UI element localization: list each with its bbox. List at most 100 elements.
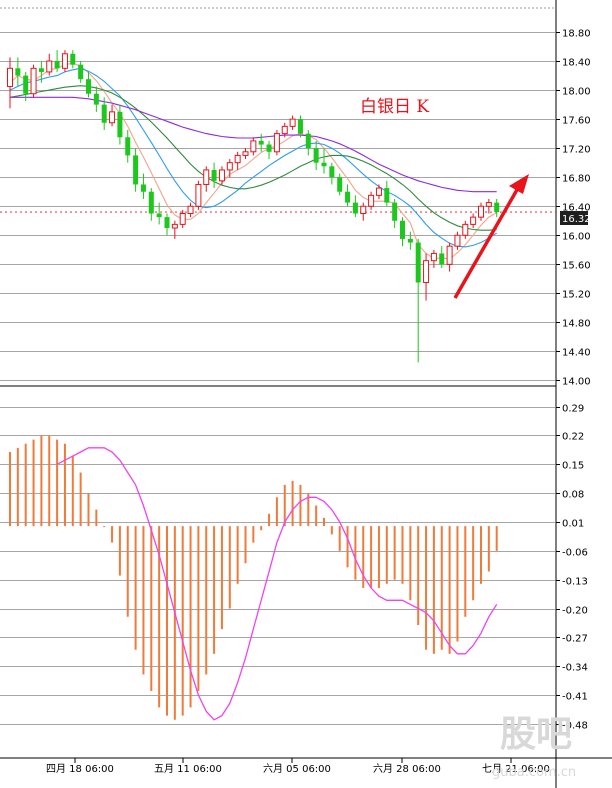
candle [156, 202, 162, 225]
candle [337, 173, 343, 196]
macd-signal-line [56, 447, 498, 721]
candle-body [337, 177, 343, 192]
price-tick-label: 17.20 [562, 145, 591, 156]
macd-bar [197, 526, 200, 691]
candle [125, 130, 131, 163]
candle-body [70, 53, 76, 65]
macd-bar [275, 497, 278, 527]
candle [384, 180, 390, 207]
candle [70, 50, 76, 69]
candle-body [203, 169, 210, 185]
macd-bar [252, 526, 255, 543]
price-tick-label: 18.80 [562, 29, 591, 40]
price-tick-label: 14.40 [562, 348, 591, 359]
macd-bar [87, 493, 90, 527]
macd-bar [393, 526, 396, 580]
candle [430, 249, 437, 268]
candle [226, 159, 233, 178]
macd-bar [448, 526, 451, 654]
candle [109, 104, 116, 127]
candle [148, 188, 154, 221]
candle-body [368, 194, 375, 207]
macd-bar [189, 526, 192, 708]
macd-bar [166, 526, 168, 716]
candle [179, 209, 186, 229]
macd-bar [385, 526, 388, 584]
candle-body [423, 260, 430, 283]
candle [485, 198, 492, 214]
candle [61, 50, 68, 72]
candle [494, 198, 500, 218]
candle-body [329, 166, 335, 178]
candle-body [187, 205, 194, 215]
price-tick-label: 14.80 [562, 319, 591, 330]
macd-bar [40, 435, 43, 527]
macd-bar [464, 526, 467, 617]
macd-bar [118, 526, 121, 576]
candle [360, 202, 367, 221]
candle [30, 64, 37, 98]
candle [171, 220, 178, 239]
candle-body [375, 187, 382, 196]
price-tick-label: 16.80 [562, 174, 591, 185]
candle-body [462, 223, 469, 236]
candle-body [392, 202, 398, 221]
candle [211, 162, 217, 189]
macd-bar [236, 526, 239, 584]
candle-body [109, 111, 116, 124]
candle-body [400, 220, 405, 239]
candle [234, 151, 241, 170]
candle-body [211, 169, 217, 181]
macd-bar [24, 443, 27, 527]
macd-bar [173, 526, 176, 720]
candle [407, 231, 413, 250]
candle-body [407, 238, 413, 243]
candle-body [156, 213, 162, 218]
macd-bar [487, 526, 490, 572]
time-tick-label: 五月 11 06:00 [154, 763, 222, 775]
macd-bar [56, 439, 59, 527]
candle-body [101, 104, 107, 123]
macd-bar [495, 526, 498, 551]
candle [273, 130, 280, 156]
candle-body [195, 183, 202, 207]
candle-body [7, 67, 13, 87]
macd-bar [95, 509, 98, 527]
candle [462, 220, 469, 239]
macd-panel [9, 435, 498, 721]
macd-bar [330, 526, 333, 535]
candle [23, 71, 29, 101]
candle [368, 191, 375, 210]
macd-bar [323, 517, 325, 527]
price-tick-label: 17.60 [562, 116, 591, 127]
candle-body [54, 61, 60, 69]
candle-body [250, 140, 257, 153]
macd-bar [9, 451, 11, 527]
candle-body [360, 205, 367, 215]
candle-body [345, 191, 351, 203]
candle-body [61, 53, 68, 69]
macd-tick-label: -0.06 [562, 548, 588, 559]
candle-body [86, 79, 91, 94]
macd-tick-label: -0.34 [562, 663, 588, 674]
candle-body [478, 205, 484, 218]
candle [329, 162, 335, 185]
time-tick-label: 六月 28 06:00 [373, 763, 441, 775]
macd-tick-label: 0.15 [562, 461, 584, 472]
macd-bar [425, 526, 428, 650]
candle-body [78, 64, 84, 80]
candle [46, 53, 53, 76]
candle-body [38, 68, 44, 72]
macd-bar [417, 526, 420, 625]
current-price-label: 16.32 [562, 214, 591, 225]
macd-bar [432, 526, 435, 654]
macd-bar [480, 526, 482, 584]
candle [313, 140, 319, 170]
candle [258, 133, 264, 152]
macd-tick-label: -0.41 [562, 692, 588, 703]
candle [203, 166, 210, 192]
macd-bar [32, 439, 35, 527]
macd-bar [111, 526, 114, 543]
candle-body [305, 133, 311, 149]
candle [400, 217, 405, 247]
